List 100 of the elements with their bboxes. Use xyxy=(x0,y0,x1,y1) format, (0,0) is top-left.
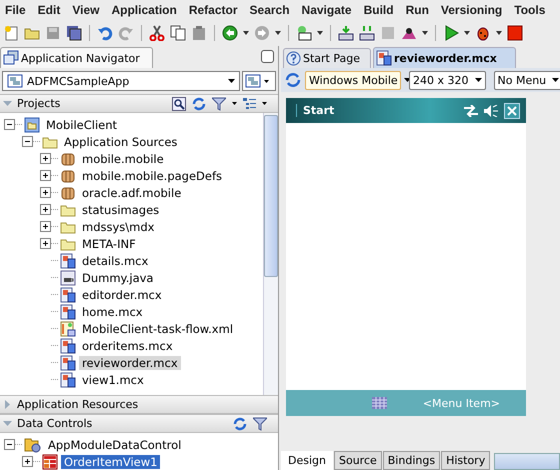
download-all-icon[interactable] xyxy=(359,24,375,40)
tree-item[interactable]: OrderItemView1 xyxy=(61,454,160,468)
collapse-arrow-icon xyxy=(3,99,12,108)
filter-icon[interactable] xyxy=(253,416,267,430)
tree-item[interactable]: AppModuleDataControl xyxy=(45,438,184,452)
collapse-button[interactable] xyxy=(4,119,15,130)
download-icon[interactable] xyxy=(338,24,354,40)
application-dropdown[interactable]: ADFMCSampleApp xyxy=(2,71,240,91)
menu-item[interactable]: Run xyxy=(406,2,429,16)
back-icon[interactable] xyxy=(222,24,238,40)
menu-item[interactable]: Search xyxy=(250,2,290,16)
minus-icon xyxy=(24,138,31,145)
section-header[interactable]: Application Resources xyxy=(0,395,278,414)
undo-icon[interactable] xyxy=(97,24,113,40)
tree-item[interactable]: Application Sources xyxy=(61,134,180,148)
section-header[interactable]: Projects xyxy=(0,94,278,113)
expand-button[interactable] xyxy=(40,187,51,198)
menu-item[interactable]: File xyxy=(5,2,26,16)
expand-button[interactable] xyxy=(40,153,51,164)
cut-icon[interactable] xyxy=(149,24,165,40)
device-dropdown[interactable]: No Menu xyxy=(494,70,560,90)
collapse-button[interactable] xyxy=(22,136,33,147)
tree-item[interactable]: mobile.mobile xyxy=(79,152,167,166)
copy-icon[interactable] xyxy=(170,24,186,40)
tree-item[interactable]: mdssys\mdx xyxy=(79,220,158,234)
tree-item[interactable]: META-INF xyxy=(79,236,139,250)
collapse-button[interactable] xyxy=(4,439,15,450)
tree-item[interactable]: mobile.mobile.pageDefs xyxy=(79,168,226,182)
menu-item[interactable]: Refactor xyxy=(188,2,238,16)
folder-icon xyxy=(60,236,76,250)
expand-arrow-icon xyxy=(3,400,12,409)
save-all-icon[interactable] xyxy=(66,24,82,40)
editor-tab[interactable]: Start Page xyxy=(283,48,371,68)
mobile-page-icon xyxy=(60,286,76,302)
debug-icon[interactable] xyxy=(475,24,491,40)
menu-item[interactable]: Tools xyxy=(514,2,546,16)
filter-icon[interactable] xyxy=(212,96,226,110)
tree-item[interactable]: details.mcx xyxy=(79,254,152,268)
refresh-icon[interactable] xyxy=(285,72,301,88)
collapse-arrow-icon xyxy=(3,419,12,428)
run-icon[interactable] xyxy=(443,24,459,40)
connectivity-icon xyxy=(464,104,478,116)
stop-icon[interactable] xyxy=(507,24,523,40)
tree-item[interactable]: home.mcx xyxy=(79,304,146,318)
tree-item[interactable]: MobileClient xyxy=(43,118,120,132)
plus-icon xyxy=(24,458,31,465)
horizontal-scrollbar[interactable] xyxy=(494,453,560,470)
expand-button[interactable] xyxy=(40,204,51,215)
vertical-scrollbar[interactable] xyxy=(263,113,278,395)
menu-item[interactable]: View xyxy=(72,2,100,16)
dropdown-caret-icon[interactable] xyxy=(232,102,237,105)
dropdown-caret-icon[interactable] xyxy=(496,30,502,34)
package-icon xyxy=(60,150,76,166)
mobile-page-icon xyxy=(60,304,76,320)
dropdown-caret-icon[interactable] xyxy=(275,30,281,34)
expand-button[interactable] xyxy=(22,456,33,467)
tree-item[interactable]: view1.mcx xyxy=(79,372,147,386)
menu-item[interactable]: Build xyxy=(364,2,394,16)
mobile-page-icon xyxy=(376,50,392,66)
editor-tab[interactable]: revieworder.mcx xyxy=(373,47,516,68)
paste-icon[interactable] xyxy=(191,24,207,40)
application-icon xyxy=(7,74,23,88)
keyboard-icon xyxy=(372,397,387,409)
new-file-icon[interactable] xyxy=(3,24,19,40)
mobile-page-icon xyxy=(60,354,76,370)
section-header[interactable]: Data Controls xyxy=(0,414,278,433)
menu-item[interactable]: Versioning xyxy=(440,2,502,16)
dropdown-caret-icon[interactable] xyxy=(422,30,428,34)
view-tab[interactable]: Design xyxy=(281,451,333,470)
expand-button[interactable] xyxy=(40,170,51,181)
view-tab[interactable]: History xyxy=(441,451,490,470)
mobile-page-icon xyxy=(60,252,76,268)
tree-item[interactable]: editorder.mcx xyxy=(79,288,165,302)
tree-item[interactable]: revieworder.mcx xyxy=(79,356,181,370)
view-menu-button[interactable] xyxy=(242,71,276,91)
menu-item[interactable]: Application xyxy=(111,2,177,16)
view-tab[interactable]: Bindings xyxy=(382,451,440,470)
navigator-tab[interactable]: Application Navigator xyxy=(0,47,153,68)
dropdown-caret-icon[interactable] xyxy=(317,30,323,34)
view-tab[interactable]: Source xyxy=(334,451,382,470)
tree-item[interactable]: MobileClient-task-flow.xml xyxy=(79,322,236,336)
device-dropdown[interactable]: 240 x 320 xyxy=(409,70,486,90)
dropdown-caret-icon[interactable] xyxy=(262,102,267,105)
search-icon[interactable] xyxy=(172,96,186,110)
menu-item[interactable]: Navigate xyxy=(302,2,352,16)
tree-item[interactable]: orderitems.mcx xyxy=(79,338,176,352)
tree-item[interactable]: Dummy.java xyxy=(79,270,156,284)
refresh-icon[interactable] xyxy=(192,96,206,110)
minimize-button[interactable] xyxy=(261,50,274,63)
expand-button[interactable] xyxy=(40,221,51,232)
tree-item[interactable]: oracle.adf.mobile xyxy=(79,186,184,200)
menu-item[interactable]: Edit xyxy=(38,2,60,16)
refresh-icon[interactable] xyxy=(233,416,247,430)
list-icon[interactable] xyxy=(243,98,256,110)
package-icon xyxy=(60,168,76,184)
tree-item[interactable]: statusimages xyxy=(79,202,162,216)
expand-button[interactable] xyxy=(40,238,51,249)
plus-icon xyxy=(42,189,49,196)
dropdown-caret-icon[interactable] xyxy=(464,30,470,34)
dropdown-caret-icon[interactable] xyxy=(243,30,249,34)
